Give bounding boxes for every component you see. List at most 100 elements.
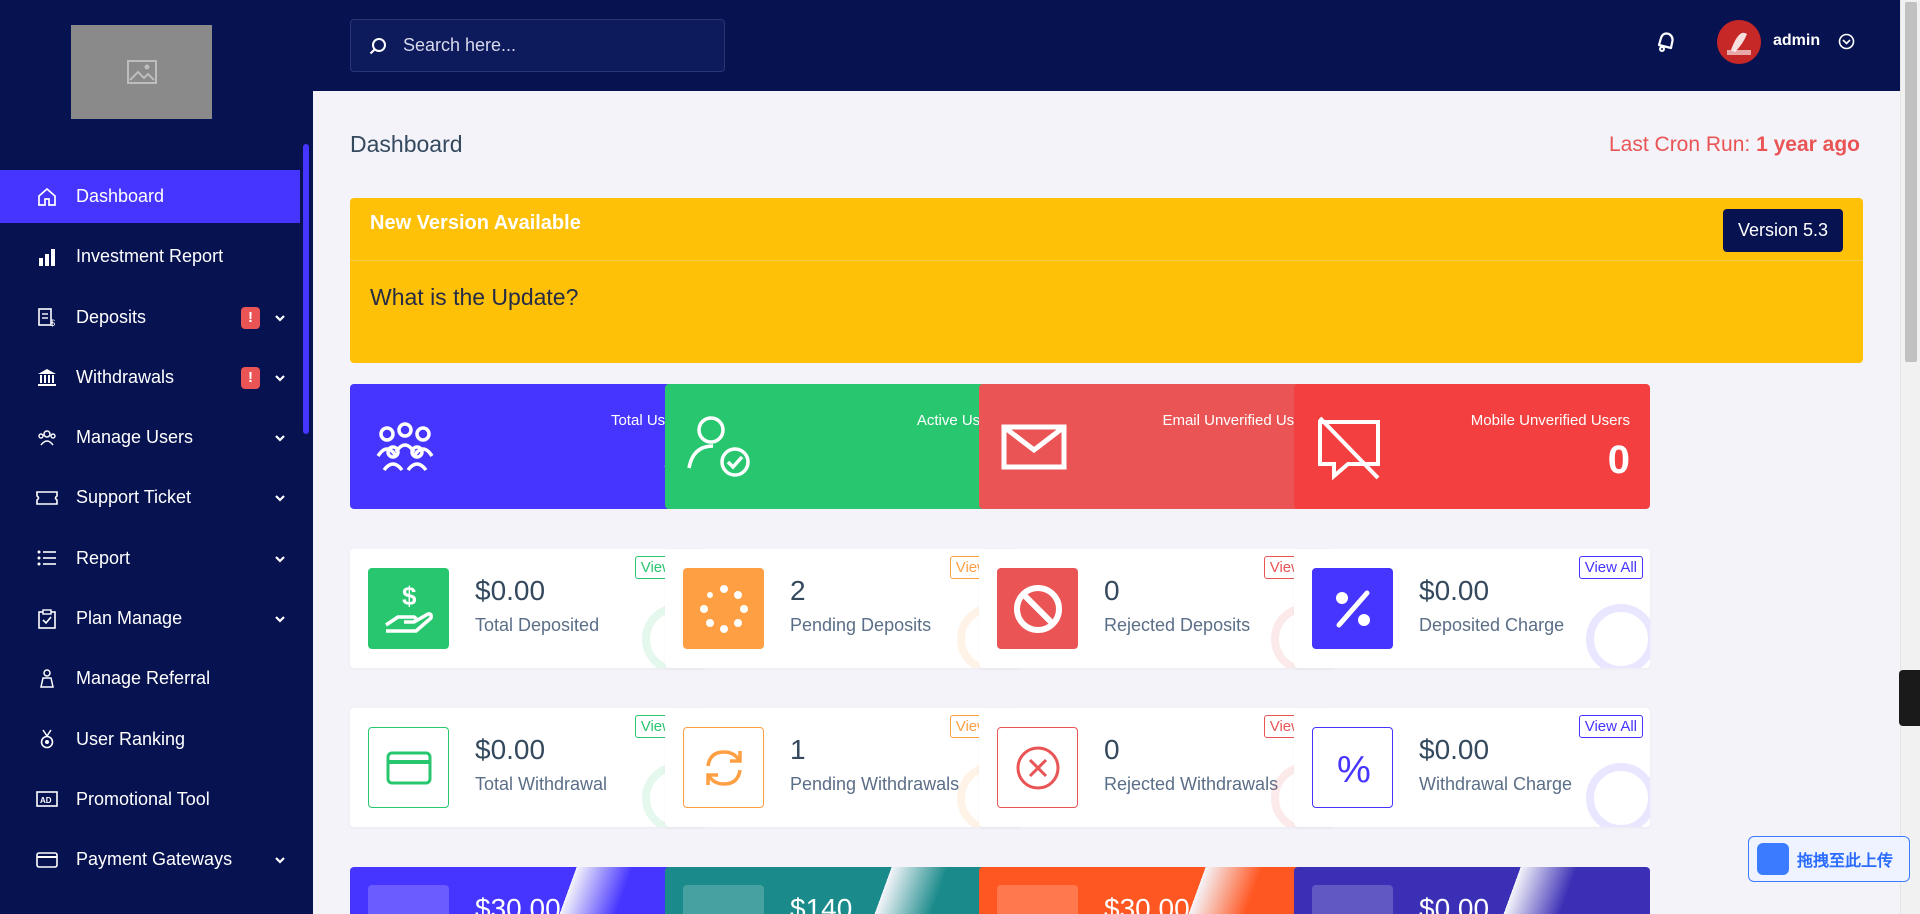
- stat-card[interactable]: Email Unverified Users0: [979, 384, 1335, 509]
- widget-value: 2: [790, 575, 806, 606]
- svg-text:%: %: [1337, 749, 1371, 790]
- stat-card[interactable]: Active Users3: [665, 384, 1021, 509]
- sidebar-item-deposits[interactable]: $ Deposits!: [0, 291, 300, 344]
- sidebar-item-manage-users[interactable]: Manage Users: [0, 411, 300, 464]
- widget-card: $0.00 Deposited Charge View All: [1294, 549, 1650, 668]
- sidebar-item-plan-manage[interactable]: Plan Manage: [0, 592, 300, 645]
- widget-value: 1: [790, 734, 806, 765]
- page-title: Dashboard: [350, 131, 463, 157]
- sidebar-item-label: Support Ticket: [76, 487, 192, 508]
- sidebar-item-investment-report[interactable]: Investment Report: [0, 230, 300, 283]
- search-box[interactable]: [350, 19, 725, 72]
- users-group-icon: [370, 412, 440, 482]
- widget-label: Withdrawal Charge: [1419, 774, 1573, 794]
- sidebar-item-dashboard[interactable]: Dashboard: [0, 170, 300, 223]
- sidebar-item-report[interactable]: Report: [0, 532, 300, 585]
- svg-text:$: $: [50, 318, 55, 327]
- widget-card: 1Pending WithdrawalsView All: [665, 708, 1021, 827]
- envelope-icon: [999, 412, 1069, 482]
- summary-value: $0.00: [1419, 893, 1490, 914]
- scrollbar-thumb[interactable]: [1905, 2, 1917, 362]
- side-handle[interactable]: [1899, 670, 1920, 726]
- update-title: New Version Available: [370, 212, 581, 234]
- widget-label: Deposited Charge: [1419, 615, 1565, 635]
- summary-card: $0.00: [1294, 867, 1650, 914]
- stat-label: Mobile Unverified Users: [1470, 412, 1630, 429]
- ad-icon: AD: [36, 788, 58, 810]
- sidebar-item-label: Promotional Tool: [76, 788, 210, 809]
- ban-icon: [997, 568, 1078, 649]
- view-all-button[interactable]: View All: [1578, 715, 1643, 738]
- clipboard-icon: [36, 608, 58, 630]
- stat-card[interactable]: Total Users3: [350, 384, 706, 509]
- chevron-down-icon[interactable]: [273, 371, 287, 385]
- user-name[interactable]: admin: [1773, 32, 1820, 50]
- chevron-down-icon[interactable]: [273, 311, 287, 325]
- sidebar-item-label: Manage Users: [76, 427, 194, 448]
- view-all-button[interactable]: View All: [1578, 556, 1643, 579]
- users-icon: [36, 427, 58, 449]
- summary-card: $30.00: [979, 867, 1335, 914]
- sidebar-item-user-ranking[interactable]: User Ranking: [0, 713, 300, 766]
- avatar[interactable]: [1717, 20, 1761, 64]
- version-badge[interactable]: Version 5.3: [1722, 209, 1843, 252]
- widget-value: $0.00: [1419, 734, 1490, 765]
- chevron-down-icon[interactable]: [273, 491, 287, 505]
- stat-value: 0: [1607, 438, 1630, 482]
- page-scrollbar[interactable]: [1900, 0, 1920, 914]
- spinner-icon: [683, 568, 764, 649]
- times-circle-icon: [997, 727, 1078, 808]
- update-alert: New Version Available What is the Update…: [350, 198, 1863, 363]
- widget-label: Rejected Withdrawals: [1104, 774, 1279, 794]
- stat-card[interactable]: Mobile Unverified Users 0: [1294, 384, 1650, 509]
- alert-badge: !: [241, 306, 260, 329]
- search-icon: [369, 37, 386, 54]
- credit-card-icon: [368, 727, 449, 808]
- sidebar-menu: Dashboard Investment Report $ Deposits! With…: [0, 170, 300, 894]
- svg-text:$: $: [402, 581, 417, 611]
- sidebar-item-label: Payment Gateways: [76, 849, 233, 870]
- decorative-icon: [1586, 604, 1650, 668]
- summary-value: $140: [790, 893, 853, 914]
- sidebar-item-label: Withdrawals: [76, 366, 175, 387]
- summary-card: $140: [665, 867, 1021, 914]
- alert-badge: !: [241, 366, 260, 389]
- svg-text:AD: AD: [40, 796, 52, 805]
- widget-label: Rejected Deposits: [1104, 615, 1251, 635]
- sidebar-item-withdrawals[interactable]: Withdrawals!: [0, 351, 300, 404]
- update-subtitle: What is the Update?: [370, 284, 579, 310]
- list-icon: [36, 547, 58, 569]
- chevron-down-icon[interactable]: [273, 853, 287, 867]
- logo-placeholder[interactable]: [71, 25, 212, 119]
- decorative-icon: [1586, 763, 1650, 827]
- topbar: admin: [313, 0, 1900, 91]
- deposit-icon: $: [36, 306, 58, 328]
- bar-chart-icon: [36, 246, 58, 268]
- widget-value: $0.00: [1419, 575, 1490, 606]
- bell-icon[interactable]: [1653, 28, 1679, 54]
- upload-widget[interactable]: 拖拽至此上传: [1748, 836, 1910, 882]
- widget-card: 0Rejected DepositsView All: [979, 549, 1335, 668]
- sidebar-item-label: Investment Report: [76, 246, 224, 267]
- medal-icon: [36, 728, 58, 750]
- bank-icon: [36, 366, 58, 388]
- sidebar-item-manage-referral[interactable]: Manage Referral: [0, 652, 300, 705]
- cloud-upload-icon: [1757, 843, 1789, 875]
- widget-value: 0: [1104, 575, 1120, 606]
- user-check-icon: [685, 412, 755, 482]
- sidebar-item-label: Dashboard: [76, 186, 165, 206]
- chevron-down-icon[interactable]: [273, 552, 287, 566]
- sidebar-item-support-ticket[interactable]: Support Ticket: [0, 471, 300, 524]
- widget-label: Total Withdrawal: [475, 774, 608, 794]
- sidebar-item-promotional-tool[interactable]: AD Promotional Tool: [0, 773, 300, 826]
- widget-card: 2Pending DepositsView All: [665, 549, 1021, 668]
- search-input[interactable]: [401, 34, 701, 57]
- chevron-down-circle-icon[interactable]: [1838, 33, 1855, 50]
- widget-value: 0: [1104, 734, 1120, 765]
- widget-label: Pending Deposits: [790, 615, 932, 635]
- summary-value: $30.00: [475, 893, 561, 914]
- sidebar-scrollbar[interactable]: [303, 144, 309, 434]
- sidebar-item-payment-gateways[interactable]: Payment Gateways: [0, 833, 300, 886]
- chevron-down-icon[interactable]: [273, 431, 287, 445]
- chevron-down-icon[interactable]: [273, 612, 287, 626]
